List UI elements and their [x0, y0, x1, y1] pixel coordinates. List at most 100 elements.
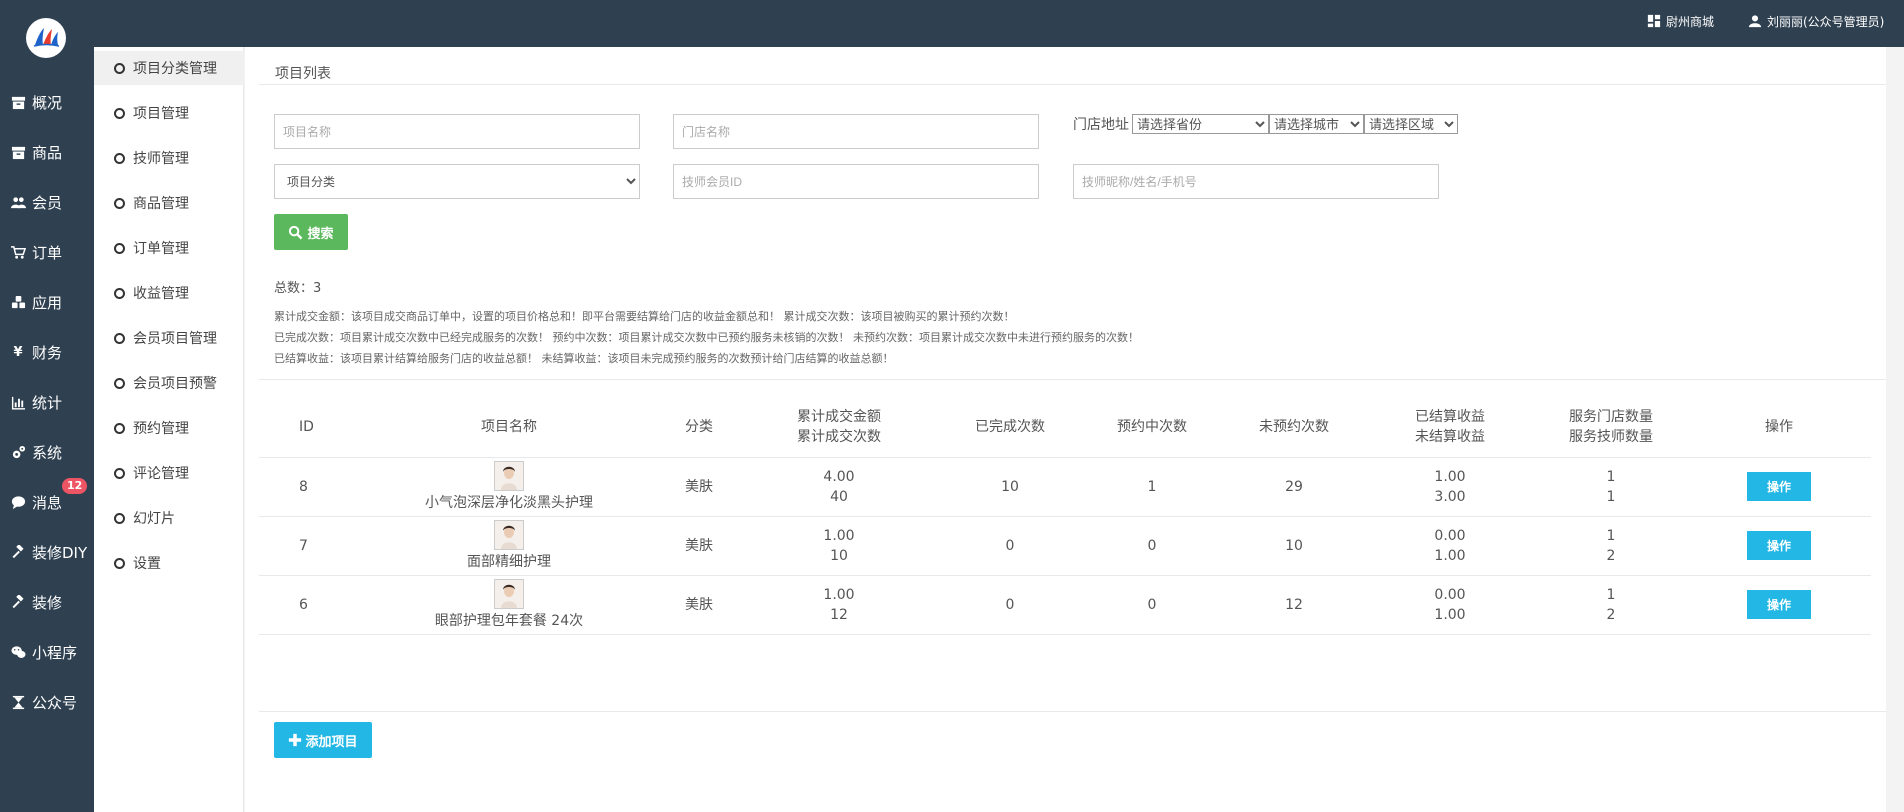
submenu-label: 会员项目预警 — [133, 376, 217, 392]
project-name: 面部精细护理 — [467, 553, 551, 570]
add-project-label: 添加项目 — [305, 733, 358, 749]
submenu-item-appointments[interactable]: 预约管理 — [94, 411, 244, 445]
help-note: 已结算收益：该项目累计结算给服务门店的收益总额！ 未结算收益：该项目未完成预约服… — [274, 352, 894, 365]
search-button[interactable]: 搜索 — [274, 214, 348, 250]
nav-item-orders[interactable]: 订单 — [0, 232, 94, 272]
category-select[interactable]: 项目分类 — [274, 164, 640, 199]
submenu-item-member-warning[interactable]: 会员项目预警 — [94, 366, 244, 400]
yen-icon: ¥ — [13, 344, 23, 360]
nav-item-official-account[interactable]: 公众号 — [0, 682, 94, 722]
cell-name: 面部精细护理 — [359, 516, 659, 576]
nav-item-members[interactable]: 会员 — [0, 182, 94, 222]
submenu-item-technicians[interactable]: 技师管理 — [94, 141, 244, 175]
project-name: 小气泡深层净化淡黑头护理 — [425, 494, 593, 511]
submenu-item-member-projects[interactable]: 会员项目管理 — [94, 321, 244, 355]
circle-icon — [114, 467, 125, 479]
cell-category: 美肤 — [659, 516, 739, 576]
nav-item-label: 装修 — [32, 593, 63, 612]
cubes-icon — [9, 293, 27, 311]
col-done: 已完成次数 — [939, 397, 1081, 458]
nav-item-messages[interactable]: 消息 12 — [0, 478, 94, 522]
nav-item-finance[interactable]: ¥ 财务 — [0, 332, 94, 372]
submenu-item-settings[interactable]: 设置 — [94, 546, 244, 580]
col-stores: 服务门店数量 — [1569, 408, 1653, 425]
users-icon — [9, 193, 27, 211]
unread-badge: 12 — [62, 478, 88, 494]
store-name-input[interactable] — [673, 114, 1039, 149]
nav-item-miniprogram[interactable]: 小程序 — [0, 632, 94, 672]
submenu-item-projects[interactable]: 项目管理 — [94, 96, 244, 130]
circle-icon — [114, 557, 125, 569]
nav-item-goods[interactable]: 商品 — [0, 132, 94, 172]
nav-item-system[interactable]: 系统 — [0, 432, 94, 472]
row-action-button[interactable]: 操作 — [1747, 472, 1811, 501]
district-select[interactable]: 请选择区域 — [1364, 114, 1458, 134]
col-settled: 已结算收益 — [1415, 408, 1485, 425]
main-sidebar: 概况 商品 会员 订单 应用 ¥ 财务 统计 系统 消息 12 装修DIY 装修 — [0, 0, 94, 812]
cell-settled: 1.00 — [1434, 468, 1466, 485]
project-thumbnail[interactable] — [494, 578, 524, 609]
submenu-label: 幻灯片 — [133, 511, 175, 527]
cell-op: 操作 — [1687, 516, 1871, 576]
circle-icon — [114, 422, 125, 434]
nav-item-label: 订单 — [32, 243, 63, 262]
total-label: 总数： — [274, 281, 314, 296]
submenu-item-goods[interactable]: 商品管理 — [94, 186, 244, 220]
nav-item-statistics[interactable]: 统计 — [0, 382, 94, 422]
user-label: 刘丽丽(公众号管理员) — [1767, 14, 1885, 29]
vertical-scrollbar[interactable] — [1886, 47, 1904, 812]
submenu-item-slides[interactable]: 幻灯片 — [94, 501, 244, 535]
submenu-item-reviews[interactable]: 评论管理 — [94, 456, 244, 490]
circle-icon — [114, 197, 125, 209]
nav-item-decorate-diy[interactable]: 装修DIY — [0, 532, 94, 572]
gavel-icon — [9, 593, 27, 611]
nav-item-overview[interactable]: 概况 — [0, 82, 94, 122]
cell-stores: 1 — [1606, 527, 1616, 544]
cell-id: 7 — [259, 516, 359, 576]
submenu-label: 会员项目管理 — [133, 331, 217, 347]
submenu-item-income[interactable]: 收益管理 — [94, 276, 244, 310]
cell-stores: 1 — [1606, 586, 1616, 603]
app-logo[interactable] — [26, 18, 66, 58]
row-action-button[interactable]: 操作 — [1747, 590, 1811, 619]
section-divider — [259, 379, 1886, 380]
cell-unsettled: 1.00 — [1434, 606, 1466, 623]
col-booking: 预约中次数 — [1081, 397, 1223, 458]
nav-item-apps[interactable]: 应用 — [0, 282, 94, 322]
table-row: 8 小气泡深层净化淡黑头护理 美肤 4.00 40 10 1 29 1.00 3.0… — [259, 457, 1871, 517]
tech-id-input[interactable] — [673, 164, 1039, 199]
nav-item-label: 统计 — [32, 393, 63, 412]
shop-link[interactable]: 尉州商城 — [1647, 0, 1714, 42]
city-select[interactable]: 请选择城市 — [1269, 114, 1364, 134]
dashboard-icon — [1647, 14, 1661, 28]
cell-techs: 2 — [1606, 547, 1616, 564]
user-menu[interactable]: 刘丽丽(公众号管理员) — [1748, 0, 1884, 42]
col-service-counts: 服务门店数量 服务技师数量 — [1535, 397, 1687, 458]
submenu-item-orders[interactable]: 订单管理 — [94, 231, 244, 265]
circle-icon — [114, 62, 125, 74]
cell-amount: 1.00 — [823, 527, 855, 544]
province-select[interactable]: 请选择省份 — [1132, 114, 1269, 134]
tech-info-input[interactable] — [1073, 164, 1439, 199]
cell-unsettled: 1.00 — [1434, 547, 1466, 564]
cell-op: 操作 — [1687, 457, 1871, 517]
nav-item-decorate[interactable]: 装修 — [0, 582, 94, 622]
col-op: 操作 — [1687, 397, 1871, 458]
cell-id: 8 — [259, 457, 359, 517]
nav-item-label: 会员 — [32, 193, 63, 212]
add-project-button[interactable]: 添加项目 — [274, 722, 372, 758]
col-amount: 累计成交金额 — [797, 408, 881, 425]
cell-amount: 1.00 — [823, 586, 855, 603]
module-submenu: 项目分类管理 项目管理 技师管理 商品管理 订单管理 收益管理 会员项目管理 会… — [94, 47, 244, 812]
row-action-button[interactable]: 操作 — [1747, 531, 1811, 560]
user-icon — [1748, 15, 1762, 28]
project-thumbnail[interactable] — [494, 519, 524, 550]
table-row: 7 面部精细护理 美肤 1.00 10 0 0 10 0.00 1.00 12 操作 — [259, 516, 1871, 576]
help-note: 累计成交金额：该项目成交商品订单中，设置的项目价格总和！即平台需要结算给门店的收… — [274, 310, 1015, 323]
submenu-item-category[interactable]: 项目分类管理 — [94, 51, 244, 85]
col-amount-count: 累计成交金额 累计成交次数 — [739, 397, 939, 458]
project-thumbnail[interactable] — [494, 460, 524, 491]
cell-booking: 1 — [1081, 457, 1223, 517]
project-name-input[interactable] — [274, 114, 640, 149]
archive-icon — [9, 93, 27, 111]
